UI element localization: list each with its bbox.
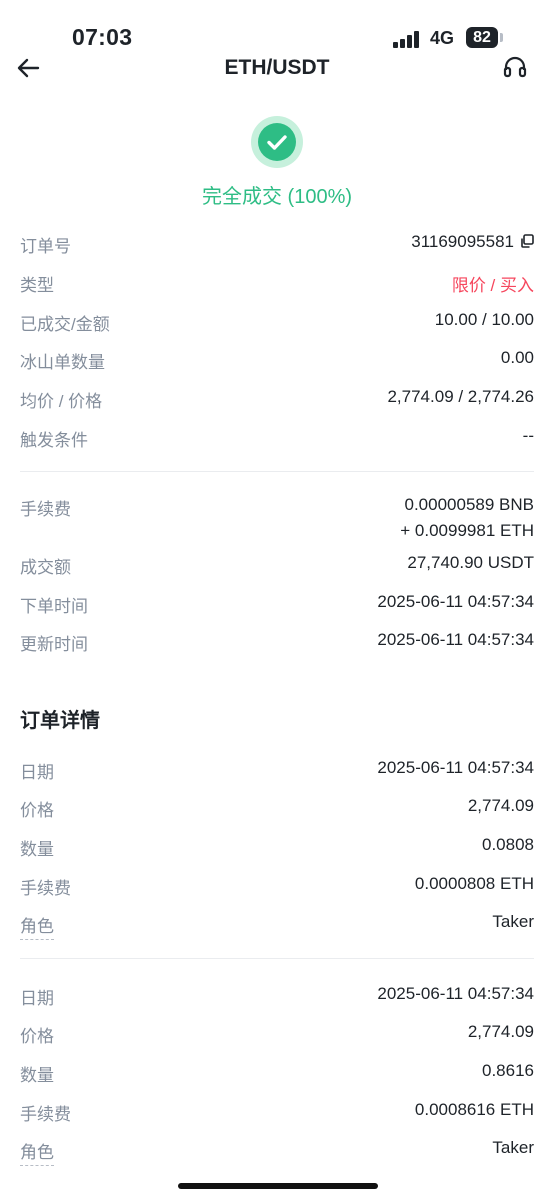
- trigger-label: 触发条件: [20, 431, 88, 450]
- trade-price-label: 价格: [20, 1027, 54, 1046]
- trade-qty-label: 数量: [20, 840, 54, 859]
- trade-price-value: 2,774.09: [467, 1022, 534, 1041]
- fee-line-1: 0.00000589 BNB: [404, 495, 535, 514]
- home-indicator: [178, 1183, 378, 1189]
- trade-price-value: 2,774.09: [467, 796, 534, 815]
- iceberg-label: 冰山单数量: [20, 353, 105, 372]
- network-type: 4G: [430, 28, 455, 48]
- type-value: 限价 / 买入: [451, 276, 534, 295]
- trade-date-value: 2025-06-11 04:57:34: [377, 758, 534, 777]
- updated-label: 更新时间: [20, 635, 88, 654]
- fee-value: 0.00000589 BNB + 0.0099981 ETH: [400, 495, 534, 546]
- avg-price-value: 2,774.09 / 2,774.26: [387, 387, 534, 406]
- trade-qty-value: 0.0808: [482, 835, 534, 854]
- trade-role-label[interactable]: 角色: [20, 912, 54, 940]
- trade-qty-value: 0.8616: [482, 1061, 534, 1080]
- trade-role-label[interactable]: 角色: [20, 1138, 54, 1166]
- updated-value: 2025-06-11 04:57:34: [377, 630, 534, 649]
- check-circle-icon: [251, 116, 303, 168]
- signal-icon: [393, 30, 423, 48]
- trade-role-value: Taker: [492, 1138, 534, 1157]
- avg-price-label: 均价 / 价格: [20, 392, 103, 411]
- trigger-value: --: [522, 426, 534, 445]
- order-details-title: 订单详情: [20, 710, 100, 732]
- fee-line-2: + 0.0099981 ETH: [400, 521, 534, 540]
- trade-price-label: 价格: [20, 801, 54, 820]
- nav-bar: ETH/USDT: [0, 48, 554, 88]
- page-title: ETH/USDT: [224, 56, 330, 79]
- trade-date-label: 日期: [20, 989, 54, 1008]
- trade-date-value: 2025-06-11 04:57:34: [377, 984, 534, 1003]
- total-label: 成交额: [20, 558, 71, 577]
- trade-fee-value: 0.0008616 ETH: [414, 1100, 534, 1119]
- trade-role-value: Taker: [492, 912, 534, 931]
- battery-tip: [500, 33, 503, 42]
- iceberg-value: 0.00: [500, 348, 534, 367]
- order-status-text: 完全成交 (100%): [201, 186, 353, 208]
- copy-icon[interactable]: [520, 234, 534, 248]
- trade-date-label: 日期: [20, 763, 54, 782]
- filled-value: 10.00 / 10.00: [434, 310, 534, 329]
- order-id-label: 订单号: [20, 237, 71, 256]
- divider: [20, 958, 534, 959]
- headset-icon[interactable]: [502, 54, 528, 80]
- trade-qty-label: 数量: [20, 1066, 54, 1085]
- trade-fee-value: 0.0000808 ETH: [414, 874, 534, 893]
- status-time: 07:03: [72, 24, 133, 50]
- trade-fee-label: 手续费: [20, 1105, 71, 1124]
- battery-icon: 82: [466, 27, 498, 48]
- order-id-value[interactable]: 31169095581: [411, 232, 534, 252]
- filled-label: 已成交/金额: [20, 315, 110, 334]
- order-id: 31169095581: [411, 232, 514, 251]
- fee-label: 手续费: [20, 500, 71, 519]
- type-label: 类型: [20, 276, 54, 295]
- created-value: 2025-06-11 04:57:34: [377, 592, 534, 611]
- trade-fee-label: 手续费: [20, 879, 71, 898]
- total-value: 27,740.90 USDT: [407, 553, 534, 572]
- created-label: 下单时间: [20, 597, 88, 616]
- divider: [20, 471, 534, 472]
